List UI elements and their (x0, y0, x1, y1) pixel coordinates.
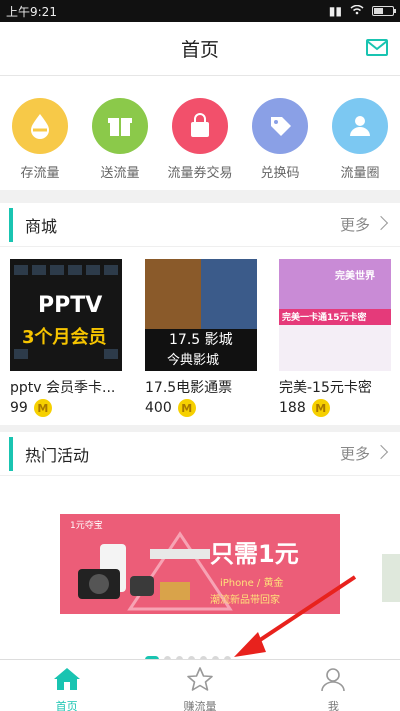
coin-icon: M (311, 399, 330, 417)
mail-icon[interactable] (366, 39, 388, 56)
quick-item-voucher-trade[interactable]: 流量券交易 (160, 98, 240, 181)
tab-earn-data[interactable]: 赚流量 (133, 660, 266, 711)
battery-icon (372, 6, 396, 16)
quick-item-label: 存流量 (20, 166, 60, 181)
quick-item-label: 流量券交易 (167, 166, 233, 181)
chevron-right-icon[interactable] (373, 215, 389, 231)
gift-icon (92, 98, 148, 154)
coin-icon: M (177, 399, 196, 417)
tab-me[interactable]: 我 (267, 660, 400, 711)
status-bar: 上午9:21 ▮▮ (0, 0, 400, 22)
mall-section-title: 商城 (25, 216, 58, 236)
people-icon (332, 98, 388, 154)
quick-actions: 存流量 送流量 流量券交易 兑换码 流量圈 (0, 76, 400, 190)
next-banner-peek[interactable] (382, 554, 400, 602)
tab-label: 我 (327, 700, 339, 711)
mall-section: 商城 更多 PPTV 3个月会员 pptv 会员季卡... 99 M 17.5 … (0, 203, 400, 425)
mall-more-link[interactable]: 更多 (340, 214, 370, 235)
product-image[interactable]: 17.5 影城 今典影城 (145, 259, 257, 371)
home-icon (53, 668, 80, 690)
quick-item-label: 送流量 (100, 166, 140, 181)
tab-home[interactable]: 首页 (0, 660, 133, 711)
quick-item-data-circle[interactable]: 流量圈 (320, 98, 400, 181)
banner-brand: 1元夺宝 (70, 521, 103, 531)
product-image-text: 完美一卡通15元卡密 (282, 313, 367, 323)
top-header: 首页 (0, 22, 400, 76)
status-icons: ▮▮ (328, 4, 396, 18)
tab-label: 赚流量 (183, 700, 217, 711)
coin-icon: M (33, 399, 52, 417)
product-list: PPTV 3个月会员 pptv 会员季卡... 99 M 17.5 影城 今典影… (0, 247, 400, 425)
product-name: pptv 会员季卡... (10, 380, 116, 396)
hot-more-link[interactable]: 更多 (340, 443, 370, 464)
product-price-value: 400 (145, 400, 172, 416)
hot-section-title: 热门活动 (25, 445, 90, 465)
product-price-value: 188 (279, 400, 306, 416)
product-card-cinema[interactable]: 17.5 影城 今典影城 17.5电影通票 400 M (145, 259, 257, 417)
product-image[interactable]: 完美世界 完美一卡通15元卡密 (279, 259, 391, 371)
quick-item-label: 兑换码 (260, 166, 300, 181)
annotation-arrow (234, 575, 357, 657)
person-icon (321, 668, 346, 692)
quick-item-label: 流量圈 (340, 166, 380, 181)
product-name: 完美-15元卡密 (279, 380, 372, 396)
quick-item-store-data[interactable]: 存流量 (0, 98, 80, 181)
mall-section-header: 商城 更多 (0, 203, 400, 247)
product-image-text: 17.5 影城 (169, 332, 233, 348)
hot-section-header: 热门活动 更多 (0, 432, 400, 476)
wifi-icon (350, 4, 364, 18)
page-title: 首页 (180, 39, 219, 61)
product-image-text: 今典影城 (167, 353, 220, 368)
product-card-pptv[interactable]: PPTV 3个月会员 pptv 会员季卡... 99 M (10, 259, 122, 417)
product-price: 188 M (279, 399, 391, 417)
quick-item-redeem-code[interactable]: 兑换码 (240, 98, 320, 181)
section-accent-bar (9, 207, 13, 242)
bottom-tab-bar: 首页 赚流量 我 (0, 659, 400, 711)
bag-icon (172, 98, 228, 154)
product-name: 17.5电影通票 (145, 380, 233, 396)
section-accent-bar (9, 436, 13, 471)
tag-icon (252, 98, 308, 154)
product-image-text: 完美世界 (335, 271, 375, 282)
signal-icon: ▮▮ (328, 4, 342, 18)
product-image[interactable]: PPTV 3个月会员 (10, 259, 122, 371)
chevron-right-icon[interactable] (373, 444, 389, 460)
drop-icon (12, 98, 68, 154)
product-card-game-card[interactable]: 完美世界 完美一卡通15元卡密 完美-15元卡密 188 M (279, 259, 391, 417)
product-price-value: 99 (10, 400, 28, 416)
product-price: 99 M (10, 399, 122, 417)
tab-label: 首页 (55, 700, 78, 711)
quick-item-send-data[interactable]: 送流量 (80, 98, 160, 181)
star-icon (187, 667, 213, 691)
product-image-text: 3个月会员 (22, 327, 107, 348)
product-image-text: PPTV (38, 293, 103, 318)
product-price: 400 M (145, 399, 257, 417)
status-time: 上午9:21 (6, 4, 57, 19)
